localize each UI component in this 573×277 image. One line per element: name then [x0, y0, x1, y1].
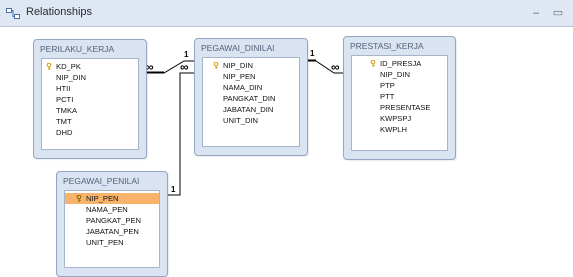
field-row[interactable]: DHD [42, 127, 138, 138]
field-name: KD_PK [56, 62, 81, 71]
field-row[interactable]: PTT [352, 91, 447, 102]
one-label: 1 [171, 185, 176, 194]
relationships-icon [6, 8, 20, 19]
one-label: 1 [184, 50, 189, 59]
field-row-selected[interactable]: NIP_PEN [65, 193, 159, 204]
key-icon [76, 195, 82, 202]
field-row[interactable]: NAMA_PEN [65, 204, 159, 215]
field-name: JABATAN_DIN [223, 105, 274, 114]
field-row[interactable]: NIP_PEN [203, 71, 299, 82]
field-row[interactable]: NIP_DIN [203, 60, 299, 71]
field-name: NIP_DIN [380, 70, 410, 79]
relationships-canvas: 1 ∞ 1 ∞ 1 ∞ PERILAKU_KERJA KD_PK NIP_DIN… [0, 27, 573, 277]
field-row[interactable]: JABATAN_DIN [203, 104, 299, 115]
field-row[interactable]: UNIT_DIN [203, 115, 299, 126]
field-name: JABATAN_PEN [86, 227, 139, 236]
key-icon [370, 60, 376, 67]
field-list: KD_PK NIP_DIN HTII PCTI TMKA TMT DHD [41, 58, 139, 150]
field-row[interactable]: HTII [42, 83, 138, 94]
field-row[interactable]: TMT [42, 116, 138, 127]
field-name: PRESENTASE [380, 103, 431, 112]
one-label: 1 [310, 49, 315, 58]
table-prestasi-kerja[interactable]: PRESTASI_KERJA ID_PRESJA NIP_DIN PTP PTT… [343, 36, 456, 160]
field-row[interactable]: NIP_DIN [42, 72, 138, 83]
field-name: PANGKAT_PEN [86, 216, 141, 225]
many-label: ∞ [331, 60, 340, 74]
window-title: Relationships [26, 6, 93, 18]
field-name: TMKA [56, 106, 78, 115]
table-title: PRESTASI_KERJA [350, 41, 424, 51]
table-title: PEGAWAI_PENILAI [63, 176, 140, 186]
field-row[interactable]: KWPLH [352, 124, 447, 135]
field-name: NAMA_DIN [223, 83, 263, 92]
maximize-button[interactable]: ▭ [549, 5, 567, 21]
relationship-line-penilai-dinilai [166, 72, 194, 196]
table-pegawai-penilai[interactable]: PEGAWAI_PENILAI NIP_PEN NAMA_PEN PANGKAT… [56, 171, 168, 277]
minimize-button[interactable]: – [527, 5, 545, 21]
table-pegawai-dinilai[interactable]: PEGAWAI_DINILAI NIP_DIN NIP_PEN NAMA_DIN… [194, 38, 308, 156]
title-bar: Relationships – ▭ [0, 0, 573, 27]
table-perilaku-kerja[interactable]: PERILAKU_KERJA KD_PK NIP_DIN HTII PCTI T… [33, 39, 147, 159]
field-name: PTT [380, 92, 395, 101]
field-row[interactable]: PTP [352, 80, 447, 91]
table-title: PEGAWAI_DINILAI [201, 43, 275, 53]
field-row[interactable]: JABATAN_PEN [65, 226, 159, 237]
field-name: KWPLH [380, 125, 408, 134]
field-name: NAMA_PEN [86, 205, 128, 214]
field-name: UNIT_DIN [223, 116, 259, 125]
many-label: ∞ [180, 60, 189, 74]
field-name: UNIT_PEN [86, 238, 124, 247]
field-name: PCTI [56, 95, 74, 104]
field-row[interactable]: NAMA_DIN [203, 82, 299, 93]
field-list: NIP_DIN NIP_PEN NAMA_DIN PANGKAT_DIN JAB… [202, 57, 300, 147]
field-row[interactable]: PRESENTASE [352, 102, 447, 113]
field-name: NIP_DIN [56, 73, 86, 82]
field-row[interactable]: PCTI [42, 94, 138, 105]
field-name: PTP [380, 81, 395, 90]
field-name: NIP_DIN [223, 61, 253, 70]
field-name: TMT [56, 117, 72, 126]
field-name: ID_PRESJA [380, 59, 422, 68]
table-title: PERILAKU_KERJA [40, 44, 115, 54]
field-row[interactable]: PANGKAT_PEN [65, 215, 159, 226]
field-row[interactable]: NIP_DIN [352, 69, 447, 80]
field-row[interactable]: UNIT_PEN [65, 237, 159, 248]
field-list: NIP_PEN NAMA_PEN PANGKAT_PEN JABATAN_PEN… [64, 190, 160, 268]
field-row[interactable]: KD_PK [42, 61, 138, 72]
field-row[interactable]: ID_PRESJA [352, 58, 447, 69]
field-name: NIP_PEN [223, 72, 256, 81]
field-name: PANGKAT_DIN [223, 94, 276, 103]
field-row[interactable]: PANGKAT_DIN [203, 93, 299, 104]
key-icon [46, 63, 52, 70]
field-row[interactable]: KWPSPJ [352, 113, 447, 124]
field-row[interactable]: TMKA [42, 105, 138, 116]
field-name: KWPSPJ [380, 114, 412, 123]
field-name: HTII [56, 84, 71, 93]
key-icon [213, 62, 219, 69]
field-name: DHD [56, 128, 73, 137]
field-list: ID_PRESJA NIP_DIN PTP PTT PRESENTASE KWP… [351, 55, 448, 151]
field-name: NIP_PEN [86, 194, 119, 203]
